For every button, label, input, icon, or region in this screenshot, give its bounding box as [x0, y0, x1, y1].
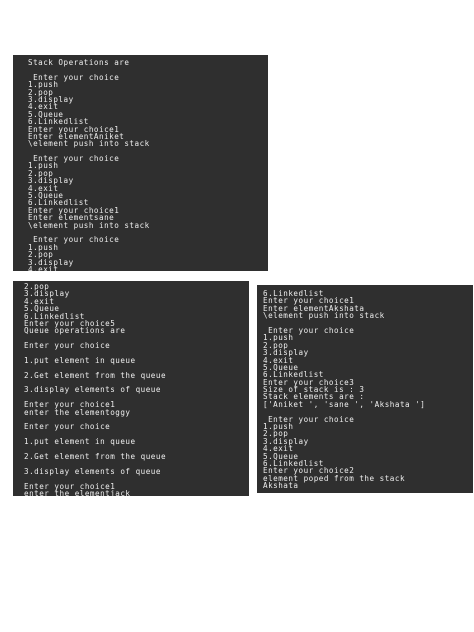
console-line: 4.exit [28, 183, 59, 193]
console-line: 3.display elements of queue [24, 385, 161, 395]
console-line: Enter your choice [24, 341, 111, 351]
console-line: 4.exit [28, 102, 59, 112]
console-line: Enter your choice [28, 154, 120, 164]
console-line: 1.push [28, 161, 59, 171]
console-line: Enter your choice [263, 414, 355, 424]
console-line: 3.display [28, 176, 74, 186]
console-line: Akshata [263, 481, 299, 491]
stack-operations-console: Stack Operations are Enter your choice 1.… [13, 55, 268, 271]
console-line: 1.put element in queue [24, 355, 136, 365]
console-line: 1.push [263, 422, 294, 432]
console-line: 3.display [263, 436, 309, 446]
console-line: \element push into stack [263, 311, 385, 321]
console-line: Enter your choice [28, 72, 120, 82]
console-line: Enter your choice [263, 325, 355, 335]
stack-display-console: 6.Linkedlist Enter your choice1 Enter elem… [257, 285, 473, 493]
console-line: Enter your choice [28, 235, 120, 245]
console-line: 2.Get element from the queue [24, 451, 167, 461]
console-output: 6.Linkedlist Enter your choice1 Enter elem… [263, 289, 473, 493]
console-line: 3.display [24, 289, 70, 299]
console-line: 1.push [28, 80, 59, 90]
queue-operations-console: 2.pop 3.display 4.exit 5.Queue 6.Linkedlist E… [13, 281, 249, 496]
console-line: \element push into stack [28, 139, 150, 149]
console-line: 2.Get element from the queue [24, 370, 167, 380]
console-line: 3.display [263, 348, 309, 358]
console-line: 1.put element in queue [24, 437, 136, 447]
console-line: Queue operations are [24, 326, 126, 336]
console-line: 3.display elements of queue [24, 466, 161, 476]
console-line: 4.exit [28, 264, 59, 271]
console-line: ['Aniket ', 'sane ', 'Akshata '] [263, 399, 426, 409]
console-line: 1.push [263, 333, 294, 343]
console-output: 2.pop 3.display 4.exit 5.Queue 6.Linkedlist E… [24, 282, 249, 496]
console-line: Stack Operations are [28, 58, 130, 67]
console-line: Enter your choice [24, 422, 111, 432]
console-output: Stack Operations are Enter your choice 1.… [28, 58, 268, 271]
console-line: 3.display [28, 257, 74, 267]
console-line: enter the elementoggy [24, 407, 131, 417]
console-line: \element push into stack [28, 220, 150, 230]
console-line: 1.push [28, 242, 59, 252]
console-line: 3.display [28, 94, 74, 104]
console-line: enter the elementjack [24, 488, 131, 496]
